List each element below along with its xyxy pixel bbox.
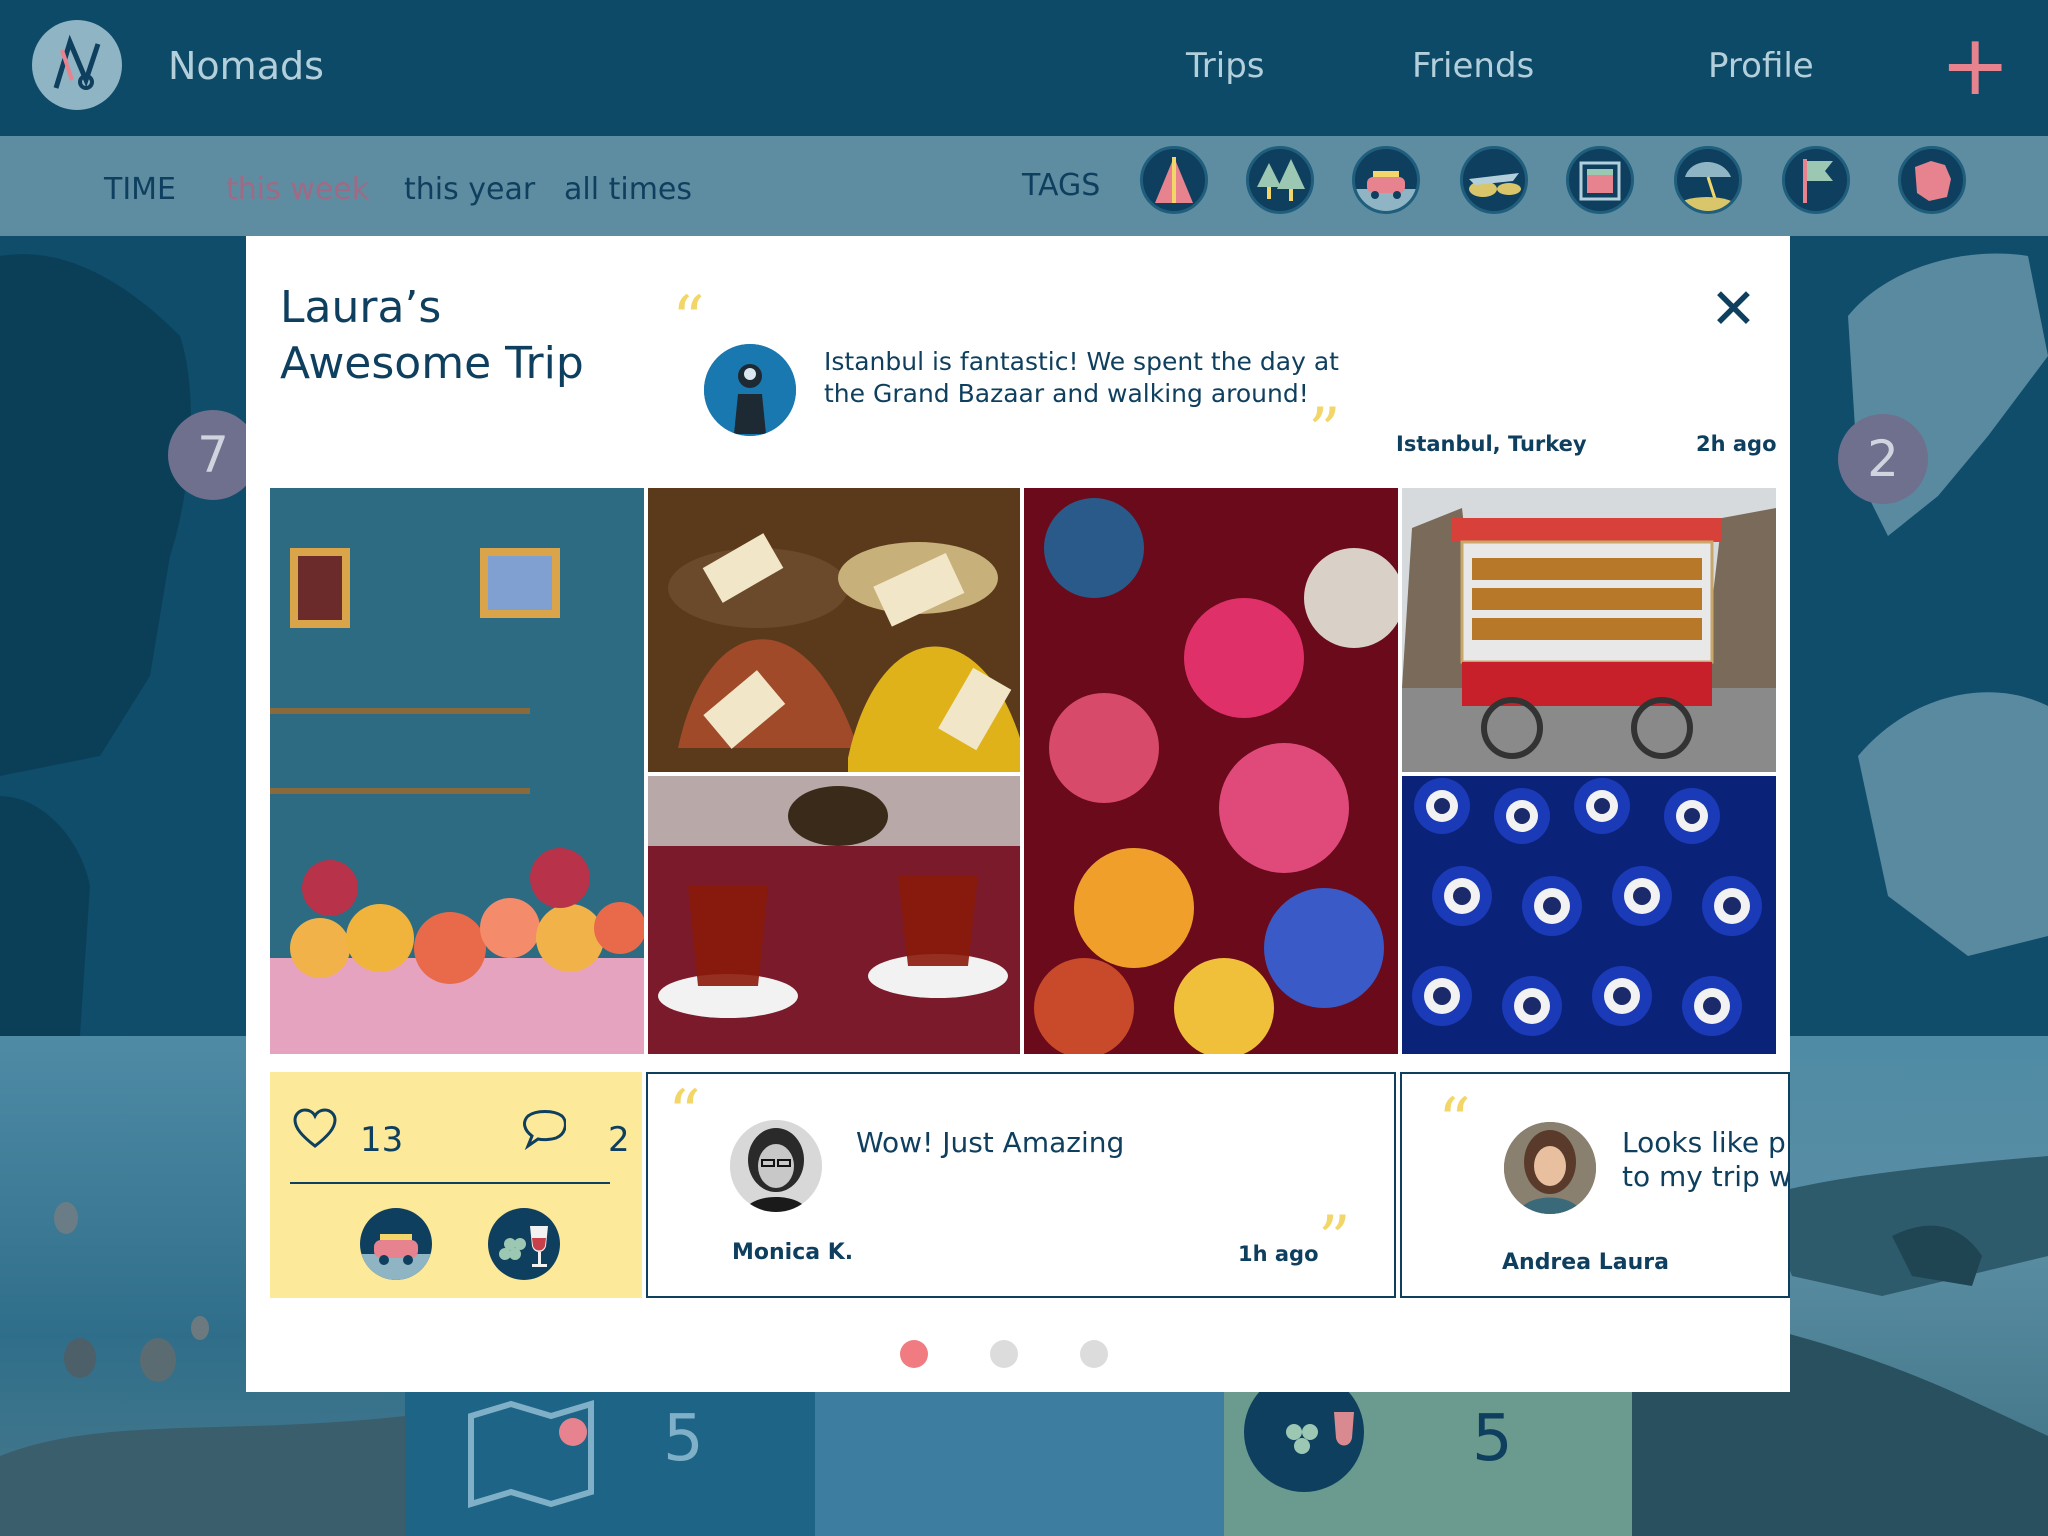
road-trip-icon[interactable]	[1352, 146, 1420, 214]
comment-text-2-line2: to my trip w	[1622, 1160, 1790, 1193]
city-icon[interactable]	[1566, 146, 1634, 214]
top-bar: Nomads Trips Friends Profile +	[0, 0, 2048, 136]
road-trip-icon[interactable]	[360, 1208, 432, 1280]
time-option-this-week[interactable]: this week	[226, 172, 369, 207]
photo-spices[interactable]	[648, 488, 1020, 772]
pagination-dot-3[interactable]	[1080, 1340, 1108, 1368]
close-icon[interactable]: ✕	[1710, 282, 1757, 338]
likes-count: 13	[360, 1120, 404, 1160]
bg-tile-wine-count: 5	[1472, 1402, 1513, 1476]
heart-icon[interactable]	[292, 1108, 338, 1154]
bg-tile-wine: 5	[1224, 1372, 1632, 1536]
flag-icon[interactable]	[1782, 146, 1850, 214]
camping-icon[interactable]	[1140, 146, 1208, 214]
nav-friends[interactable]: Friends	[1412, 46, 1534, 86]
open-quote-icon: “	[668, 1077, 701, 1151]
time-option-all-times[interactable]: all times	[564, 172, 692, 207]
nomads-logo-icon[interactable]	[32, 20, 122, 110]
photo-cafe-fruits[interactable]	[270, 488, 644, 1054]
comment-text-1: Wow! Just Amazing	[856, 1126, 1125, 1159]
close-quote-icon: ”	[1308, 395, 1341, 469]
beach-icon[interactable]	[1674, 146, 1742, 214]
nav-profile[interactable]: Profile	[1708, 46, 1814, 86]
comment-author-1[interactable]: Monica K.	[732, 1240, 853, 1265]
region-badge-left[interactable]: 7	[168, 410, 258, 500]
map-background-left	[0, 236, 248, 1036]
app-name: Nomads	[168, 44, 324, 88]
comment-author-2[interactable]: Andrea Laura	[1502, 1250, 1669, 1275]
region-badge-right[interactable]: 2	[1838, 414, 1928, 504]
tags-filter-label: TAGS	[1022, 168, 1101, 203]
close-quote-icon: ”	[1318, 1203, 1351, 1277]
bg-tile-building	[815, 1392, 1224, 1536]
author-avatar[interactable]	[704, 344, 796, 436]
forest-icon[interactable]	[1246, 146, 1314, 214]
map-background-right	[1788, 236, 2048, 1036]
wine-icon[interactable]	[488, 1208, 560, 1280]
post-time: 2h ago	[1696, 432, 1777, 456]
time-filter-label: TIME	[104, 172, 177, 207]
commenter-avatar-andrea[interactable]	[1504, 1122, 1596, 1214]
map-region-icon[interactable]	[1898, 146, 1966, 214]
bg-tile-maps: 5	[405, 1392, 815, 1536]
comment-icon[interactable]	[522, 1110, 567, 1154]
photo-simit-cart[interactable]	[1402, 488, 1776, 772]
add-button[interactable]: +	[1940, 23, 2010, 107]
photo-evil-eyes[interactable]	[1402, 776, 1776, 1054]
time-option-this-year[interactable]: this year	[404, 172, 535, 207]
comment-card-2: “ Looks like p to my trip w Andrea Laura	[1400, 1072, 1790, 1298]
open-quote-icon: “	[672, 283, 705, 357]
flight-icon[interactable]	[1460, 146, 1528, 214]
comment-card-1: “ Wow! Just Amazing Monica K. 1h ago ”	[646, 1072, 1396, 1298]
photo-turkish-tea[interactable]	[648, 776, 1020, 1054]
comments-count: 2	[608, 1120, 630, 1160]
pagination-dot-1[interactable]	[900, 1340, 928, 1368]
post-stats-panel: 13 2	[270, 1072, 642, 1298]
stats-divider	[290, 1182, 610, 1184]
commenter-avatar-monica[interactable]	[730, 1120, 822, 1212]
open-quote-icon: “	[1438, 1085, 1471, 1159]
trip-title: Laura’s Awesome Trip	[280, 282, 584, 389]
photo-lamps[interactable]	[1024, 488, 1398, 1054]
post-location: Istanbul, Turkey	[1396, 432, 1587, 456]
pagination-dot-2[interactable]	[990, 1340, 1018, 1368]
post-text: Istanbul is fantastic! We spent the day …	[824, 347, 1339, 408]
comment-time-1: 1h ago	[1238, 1242, 1319, 1266]
bg-tile-maps-count: 5	[663, 1402, 704, 1476]
comment-text-2-line1: Looks like p	[1622, 1126, 1786, 1159]
nav-trips[interactable]: Trips	[1186, 46, 1265, 86]
trip-detail-modal: Laura’s Awesome Trip ✕ “ Istanbul is fan…	[246, 236, 1790, 1392]
